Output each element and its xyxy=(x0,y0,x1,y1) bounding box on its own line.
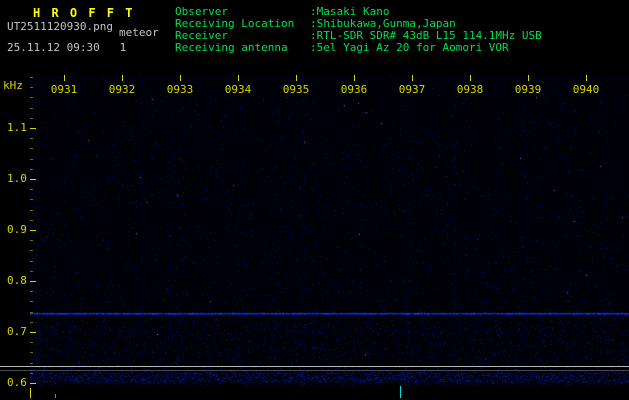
frequency-minor-tick-mark xyxy=(30,373,33,374)
frequency-tick-mark xyxy=(30,230,36,231)
metadata-value: :5el Yagi Az 20 for Aomori VOR xyxy=(310,41,509,54)
time-tick-mark xyxy=(470,75,471,81)
time-tick-label: 0939 xyxy=(514,83,542,96)
time-tick-label: 0931 xyxy=(50,83,78,96)
frequency-minor-tick-mark xyxy=(30,169,33,170)
time-tick-label: 0935 xyxy=(282,83,310,96)
frequency-minor-tick-mark xyxy=(30,138,33,139)
time-tick-label: 0932 xyxy=(108,83,136,96)
observation-mode-label: meteor xyxy=(119,26,159,39)
output-filename: UT2511120930.png xyxy=(7,20,113,33)
time-tick-mark xyxy=(180,75,181,81)
bottom-left-tick xyxy=(30,388,31,398)
frequency-tick-label: 1.1 xyxy=(7,121,27,134)
spectrogram-canvas xyxy=(30,75,629,385)
frequency-minor-tick-mark xyxy=(30,352,33,353)
time-tick-mark xyxy=(354,75,355,81)
bottom-left-minor-tick xyxy=(55,394,56,398)
separator-line xyxy=(0,366,629,367)
frequency-tick-mark xyxy=(30,332,36,333)
frequency-minor-tick-mark xyxy=(30,261,33,262)
time-tick-mark xyxy=(528,75,529,81)
time-tick-label: 0933 xyxy=(166,83,194,96)
time-tick-label: 0940 xyxy=(572,83,600,96)
time-tick-mark xyxy=(238,75,239,81)
frequency-minor-tick-mark xyxy=(30,240,33,241)
frequency-minor-tick-mark xyxy=(30,210,33,211)
time-tick-label: 0934 xyxy=(224,83,252,96)
frequency-axis-unit: kHz xyxy=(3,79,23,92)
frequency-tick-label: 0.8 xyxy=(7,274,27,287)
frequency-tick-mark xyxy=(30,281,36,282)
time-tick-label: 0937 xyxy=(398,83,426,96)
frequency-minor-tick-mark xyxy=(30,342,33,343)
separator-line-shadow xyxy=(0,370,629,371)
hrofft-output-image: H R O F F T UT2511120930.png meteor 25.1… xyxy=(0,0,629,400)
time-tick-label: 0936 xyxy=(340,83,368,96)
time-tick-label: 0938 xyxy=(456,83,484,96)
frequency-tick-mark xyxy=(30,179,36,180)
frequency-minor-tick-mark xyxy=(30,118,33,119)
frequency-minor-tick-mark xyxy=(30,363,33,364)
frequency-minor-tick-mark xyxy=(30,271,33,272)
frequency-minor-tick-mark xyxy=(30,189,33,190)
frequency-minor-tick-mark xyxy=(30,220,33,221)
frequency-minor-tick-mark xyxy=(30,148,33,149)
frequency-minor-tick-mark xyxy=(30,77,33,78)
frequency-minor-tick-mark xyxy=(30,312,33,313)
frequency-tick-label: 0.6 xyxy=(7,376,27,389)
bottom-center-marker xyxy=(400,386,401,398)
time-tick-mark xyxy=(122,75,123,81)
frequency-tick-label: 1.0 xyxy=(7,172,27,185)
observation-timestamp: 25.11.12 09:30 1 xyxy=(7,41,127,54)
frequency-minor-tick-mark xyxy=(30,291,33,292)
time-tick-mark xyxy=(64,75,65,81)
time-tick-mark xyxy=(296,75,297,81)
frequency-tick-mark xyxy=(30,128,36,129)
frequency-minor-tick-mark xyxy=(30,108,33,109)
frequency-minor-tick-mark xyxy=(30,97,33,98)
time-tick-mark xyxy=(586,75,587,81)
metadata-label: Receiving antenna xyxy=(175,41,288,54)
time-tick-mark xyxy=(412,75,413,81)
frequency-minor-tick-mark xyxy=(30,159,33,160)
frequency-minor-tick-mark xyxy=(30,87,33,88)
frequency-minor-tick-mark xyxy=(30,199,33,200)
frequency-minor-tick-mark xyxy=(30,250,33,251)
frequency-tick-label: 0.9 xyxy=(7,223,27,236)
frequency-tick-label: 0.7 xyxy=(7,325,27,338)
app-title: H R O F F T xyxy=(33,6,135,20)
frequency-minor-tick-mark xyxy=(30,322,33,323)
frequency-tick-mark xyxy=(30,383,36,384)
frequency-minor-tick-mark xyxy=(30,301,33,302)
